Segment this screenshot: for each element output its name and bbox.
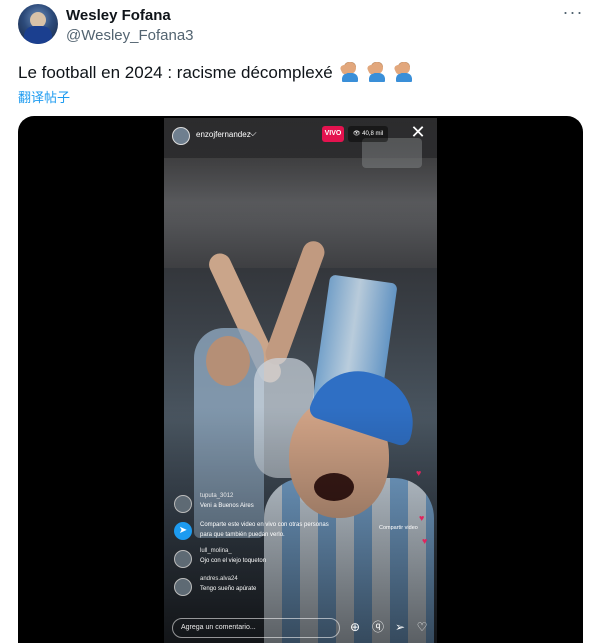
commenter-name: lull_molina_	[200, 548, 232, 554]
author-avatar[interactable]	[18, 4, 58, 44]
tweet-video[interactable]: enzojfernandez ⌵ VIVO 👁 40,8 mil ✕ tuput…	[18, 116, 583, 643]
live-badge: VIVO	[322, 126, 344, 142]
live-comment: tuputa_3012 Veni a Buenos Aires	[174, 493, 384, 517]
viewer-count-text: 40,8 mil	[362, 131, 384, 137]
tweet-text-content: Le football en 2024 : racisme décomplexé	[18, 63, 333, 82]
live-user-avatar[interactable]	[172, 127, 190, 145]
author-handle[interactable]: @Wesley_Fofana3	[66, 27, 194, 44]
commenter-avatar	[174, 495, 192, 513]
author-name[interactable]: Wesley Fofana	[66, 7, 171, 24]
share-prompt-line2: para que también puedan verlo.	[200, 532, 285, 538]
live-comment-input[interactable]: Agrega un comentario...	[172, 618, 340, 638]
comment-text: Tengo sueño apúrate	[200, 586, 257, 592]
share-icon: ➤	[174, 522, 192, 540]
commenter-avatar	[174, 550, 192, 568]
heart-icon: ♥	[419, 513, 425, 523]
more-options-icon[interactable]: ···	[562, 3, 584, 22]
live-comment: andres.alva24 Tengo sueño apúrate	[174, 576, 384, 600]
question-icon[interactable]: ⓠ	[369, 618, 387, 636]
live-username[interactable]: enzojfernandez	[196, 130, 251, 139]
comment-text: Ojo con el viejo toqueton	[200, 558, 267, 564]
chevron-down-icon[interactable]: ⌵	[249, 128, 257, 139]
add-media-icon[interactable]: ⊕	[346, 618, 364, 636]
tweet: Wesley Fofana @Wesley_Fofana3 ··· Le foo…	[0, 0, 591, 643]
heart-icon: ♥	[422, 536, 428, 546]
close-icon[interactable]: ✕	[408, 122, 428, 142]
live-stream-frame: enzojfernandez ⌵ VIVO 👁 40,8 mil ✕ tuput…	[164, 118, 437, 643]
viewer-count: 👁 40,8 mil	[348, 126, 388, 142]
commenter-avatar	[174, 578, 192, 596]
commenter-name: tuputa_3012	[200, 493, 234, 499]
share-prompt[interactable]: ➤ Comparte este video en vivo con otras …	[174, 520, 389, 544]
share-prompt-text: Comparte este video en vivo con otras pe…	[200, 520, 380, 540]
man-facepalming-emoji-icon	[339, 62, 359, 82]
heart-outline-icon[interactable]: ♡	[413, 618, 431, 636]
commenter-name: andres.alva24	[200, 576, 238, 582]
comment-text: Veni a Buenos Aires	[200, 503, 254, 509]
heart-icon: ♥	[416, 468, 422, 478]
share-prompt-line1: Comparte este video en vivo con otras pe…	[200, 522, 329, 528]
send-icon[interactable]: ➢	[391, 618, 409, 636]
man-facepalming-emoji-icon	[393, 62, 413, 82]
man-facepalming-emoji-icon	[366, 62, 386, 82]
share-video-label[interactable]: Compartir video	[379, 525, 418, 531]
avatar-body	[24, 26, 52, 44]
tweet-text: Le football en 2024 : racisme décomplexé	[18, 62, 413, 83]
translate-post-link[interactable]: 翻译帖子	[18, 87, 70, 106]
live-comment: lull_molina_ Ojo con el viejo toqueton	[174, 548, 384, 572]
